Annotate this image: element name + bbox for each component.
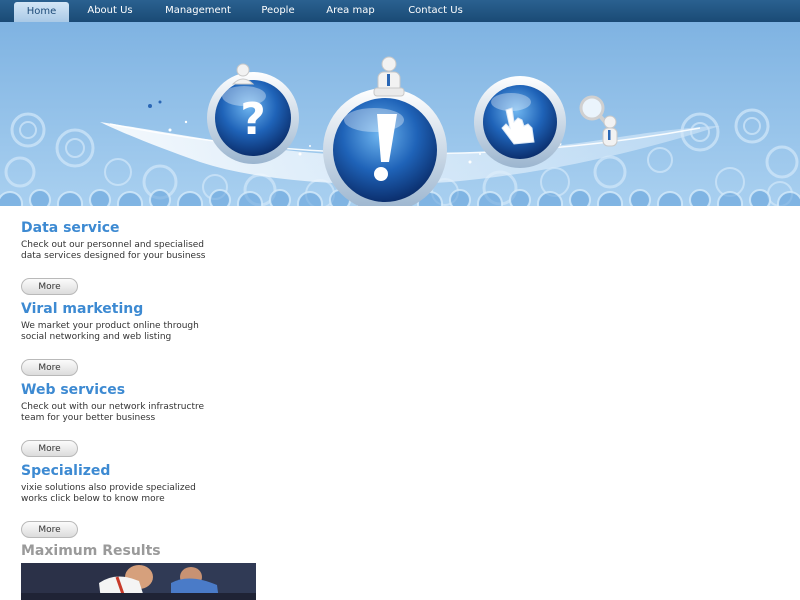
nav-item-home[interactable]: Home <box>14 2 69 22</box>
svg-text:?: ? <box>240 94 266 145</box>
nav-item-area-map[interactable]: Area map <box>318 0 383 22</box>
service-title: Data service <box>21 220 120 236</box>
results-photo <box>21 563 256 600</box>
pointing-hand-icon <box>474 76 566 168</box>
nav-item-about-us[interactable]: About Us <box>80 0 140 22</box>
question-mark-icon: ? <box>207 72 299 164</box>
top-nav: Home About Us Management People Area map… <box>0 0 800 23</box>
more-button-specialized[interactable]: More <box>21 521 78 538</box>
service-data: Data service Check out our personnel and… <box>21 220 221 261</box>
more-button-viral-marketing[interactable]: More <box>21 359 78 376</box>
banner-illustration: ? <box>0 22 800 206</box>
nav-item-management[interactable]: Management <box>158 0 238 22</box>
service-description: Check out with our network infrastructre… <box>21 402 205 423</box>
nav-item-people[interactable]: People <box>253 0 303 22</box>
results-title: Maximum Results <box>21 543 161 559</box>
service-title: Viral marketing <box>21 301 144 317</box>
service-description: Check out our personnel and specialised … <box>21 240 206 261</box>
more-button-data-service[interactable]: More <box>21 278 78 295</box>
hero-banner: ? <box>0 22 800 206</box>
more-button-web-services[interactable]: More <box>21 440 78 457</box>
nav-item-contact-us[interactable]: Contact Us <box>398 0 473 22</box>
service-description: We market your product online through so… <box>21 321 199 342</box>
service-title: Web services <box>21 382 126 398</box>
page: Home About Us Management People Area map… <box>0 0 800 600</box>
service-specialized: Specialized vixie solutions also provide… <box>21 463 221 504</box>
service-viral-marketing: Viral marketing We market your product o… <box>21 301 221 342</box>
service-description: vixie solutions also provide specialized… <box>21 483 196 504</box>
service-title: Specialized <box>21 463 111 479</box>
business-people-photo <box>21 563 256 600</box>
service-web-services: Web services Check out with our network … <box>21 382 221 423</box>
